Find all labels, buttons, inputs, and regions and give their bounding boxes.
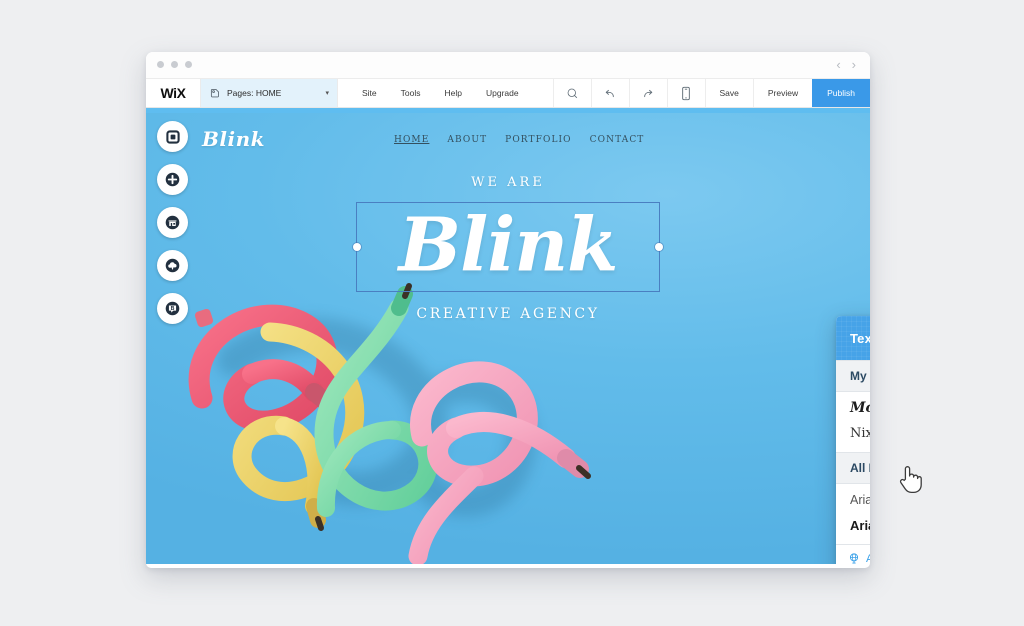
editor-toolbar: WiX Pages: HOME ▾ Site Tools Help Upgrad… (146, 79, 870, 108)
font-option-arial[interactable]: Arial (836, 487, 870, 513)
hero-section: WE ARE Blink CREATIVE AGENCY (146, 175, 870, 322)
screenshot-stage: ‹ › WiX Pages: HOME ▾ Site Tools Help Up… (0, 0, 1024, 626)
globe-icon (849, 553, 859, 564)
close-dot-icon[interactable] (157, 61, 164, 68)
add-languages-button[interactable]: Add Languages (848, 552, 870, 564)
search-icon (567, 88, 577, 98)
rail-button-menus-and-pages[interactable] (157, 121, 188, 152)
font-option-arial-black[interactable]: Arial Black (836, 513, 870, 539)
rail-button-app-market[interactable] (157, 207, 188, 238)
back-chevron-icon[interactable]: ‹ (836, 57, 840, 73)
menu-site[interactable]: Site (350, 79, 389, 107)
menu-tools[interactable]: Tools (389, 79, 433, 107)
mobile-view-button[interactable] (666, 79, 705, 107)
redo-icon (644, 89, 653, 97)
traffic-lights (157, 61, 192, 68)
undo-button[interactable] (590, 79, 629, 107)
mobile-icon (682, 86, 690, 100)
panel-title: Text Settings (850, 330, 870, 346)
toolbar-actions: Save Preview Publish (552, 79, 870, 107)
forward-chevron-icon[interactable]: › (852, 57, 856, 73)
site-nav-home[interactable]: HOME (394, 135, 429, 145)
section-header-all-fonts: All Fonts (836, 452, 870, 484)
menu-help[interactable]: Help (433, 79, 474, 107)
preview-button[interactable]: Preview (752, 79, 812, 107)
site-logo[interactable]: Blink (202, 127, 265, 151)
undo-icon (605, 89, 614, 97)
blog-bubble-icon: B (165, 301, 180, 316)
menu-upgrade[interactable]: Upgrade (474, 79, 531, 107)
rail-button-blog[interactable]: B (157, 293, 188, 324)
selected-text-element[interactable]: Blink (353, 202, 663, 292)
section-header-my-fonts: My Fonts (836, 360, 870, 392)
publish-button[interactable]: Publish (812, 79, 870, 107)
my-fonts-list: Molle Nixie One (836, 392, 870, 452)
chevron-down-icon: ▾ (325, 90, 329, 97)
store-icon (165, 215, 180, 230)
plus-icon (165, 172, 180, 187)
zoom-dot-icon[interactable] (185, 61, 192, 68)
minimize-dot-icon[interactable] (171, 61, 178, 68)
hero-title: Blink (398, 202, 619, 289)
site-navigation: HOME ABOUT PORTFOLIO CONTACT (394, 135, 644, 145)
rail-button-add-element[interactable] (157, 164, 188, 195)
add-languages-label: Add Languages (866, 552, 870, 565)
svg-text:B: B (171, 306, 175, 312)
cloud-upload-icon (165, 258, 180, 273)
toolbar-menus: Site Tools Help Upgrade (338, 79, 531, 107)
pages-icon (210, 88, 219, 98)
rail-button-my-uploads[interactable] (157, 250, 188, 281)
browser-window: ‹ › WiX Pages: HOME ▾ Site Tools Help Up… (146, 52, 870, 568)
hero-supertitle: WE ARE (471, 175, 545, 190)
font-option-nixie-one[interactable]: Nixie One (836, 421, 870, 447)
save-button[interactable]: Save (704, 79, 753, 107)
wix-logo[interactable]: WiX (146, 79, 200, 107)
pages-dropdown-label: Pages: HOME (227, 88, 282, 98)
hero-subtitle: CREATIVE AGENCY (416, 306, 600, 322)
pointing-hand-cursor-icon (899, 466, 922, 494)
mouse-cursor (899, 466, 922, 494)
site-nav-portfolio[interactable]: PORTFOLIO (505, 135, 572, 145)
font-option-molle[interactable]: Molle (836, 395, 870, 421)
site-nav-about[interactable]: ABOUT (447, 135, 487, 145)
editor-left-rail: B (157, 121, 188, 324)
pages-dropdown[interactable]: Pages: HOME ▾ (200, 79, 338, 107)
search-icon-button[interactable] (552, 79, 591, 107)
chrome-navigation: ‹ › (836, 57, 856, 73)
all-fonts-list: Arial Arial Black (836, 484, 870, 544)
site-canvas: B Blink HOME ABOUT PORTFOLIO CONTACT WE … (146, 113, 870, 564)
text-settings-panel: Text Settings ? × My Fonts Molle Nixie O… (836, 316, 870, 564)
site-nav-contact[interactable]: CONTACT (590, 135, 645, 145)
redo-button[interactable] (628, 79, 667, 107)
square-outline-icon (165, 129, 180, 144)
browser-chrome: ‹ › (146, 52, 870, 79)
panel-footer: Add Languages Upload Fonts (836, 544, 870, 564)
panel-header[interactable]: Text Settings ? × (836, 316, 870, 360)
